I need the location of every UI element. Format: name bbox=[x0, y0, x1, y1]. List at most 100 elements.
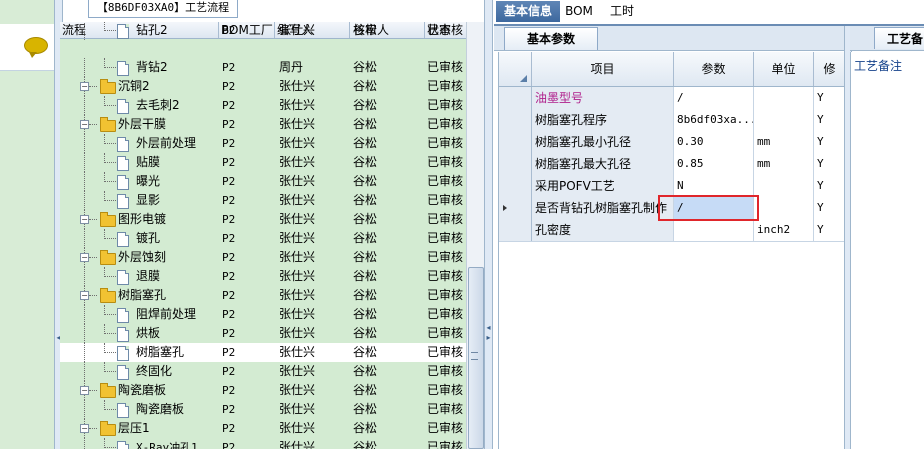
param-value-field[interactable]: / bbox=[674, 87, 754, 109]
tree-node-label: 退膜 bbox=[136, 269, 161, 283]
status-cell: 已审核 bbox=[427, 212, 464, 226]
reviewer-cell: 谷松 bbox=[353, 193, 378, 207]
tree-row[interactable]: 显影 P2 张仕兴 谷松 已审核 bbox=[60, 191, 466, 210]
param-value-field[interactable]: 0.85 bbox=[674, 153, 754, 175]
param-modify-cell[interactable]: Y bbox=[814, 175, 845, 197]
remark-area[interactable] bbox=[850, 52, 924, 449]
param-row[interactable]: 树脂塞孔最小孔径 0.30 mm Y bbox=[499, 131, 845, 154]
tree-row[interactable]: 镀孔 P2 张仕兴 谷松 已审核 bbox=[60, 229, 466, 248]
tree-row[interactable]: 钻孔2 P2 张仕兴 谷松 已审核 bbox=[60, 22, 466, 40]
tree-node-label: 陶瓷磨板 bbox=[118, 383, 167, 397]
chat-bubble-icon[interactable] bbox=[24, 37, 48, 58]
row-header[interactable] bbox=[499, 131, 532, 153]
row-header[interactable] bbox=[499, 87, 532, 109]
status-cell: 已审核 bbox=[427, 288, 464, 302]
tree-row[interactable]: − 外层蚀刻 P2 张仕兴 谷松 已审核 bbox=[60, 248, 466, 267]
tree-row[interactable]: 贴膜 P2 张仕兴 谷松 已审核 bbox=[60, 153, 466, 172]
collapse-toggle-icon[interactable]: − bbox=[80, 120, 89, 129]
tab-basic-params[interactable]: 基本参数 bbox=[504, 27, 598, 50]
status-cell: 已审核 bbox=[427, 383, 464, 397]
tree-guide-line bbox=[84, 438, 85, 449]
tree-row[interactable]: 陶瓷磨板 P2 张仕兴 谷松 已审核 bbox=[60, 400, 466, 419]
collapse-toggle-icon[interactable]: − bbox=[80, 386, 89, 395]
tree-row[interactable]: − 层压1 P2 张仕兴 谷松 已审核 bbox=[60, 419, 466, 438]
reviewer-cell: 谷松 bbox=[353, 79, 378, 93]
column-header-item[interactable]: 项目 bbox=[532, 52, 674, 86]
tree-node-label: 终固化 bbox=[136, 364, 173, 378]
collapse-right-arrow-icon[interactable]: ▸ bbox=[486, 334, 491, 342]
bom-factory-cell: P2 bbox=[222, 441, 236, 449]
tree-row[interactable]: − 外层干膜 P2 张仕兴 谷松 已审核 bbox=[60, 115, 466, 134]
param-grid: 项目 参数 单位 修 油墨型号 / Y 树脂塞孔程序 8b6df03xa... Y 树脂塞孔… bbox=[498, 52, 845, 449]
tree-row[interactable]: 阻焊前处理 P2 张仕兴 谷松 已审核 bbox=[60, 305, 466, 324]
status-cell: 已审核 bbox=[427, 98, 464, 112]
middle-splitter[interactable]: ◂ ▸ bbox=[484, 0, 493, 449]
collapse-toggle-icon[interactable]: − bbox=[80, 424, 89, 433]
column-header-param[interactable]: 参数 bbox=[674, 52, 754, 86]
collapse-toggle-icon[interactable]: − bbox=[80, 253, 89, 262]
collapse-toggle-icon[interactable]: − bbox=[80, 82, 89, 91]
tree-row[interactable]: − 树脂塞孔 P2 张仕兴 谷松 已审核 bbox=[60, 286, 466, 305]
param-value-field[interactable] bbox=[674, 219, 754, 241]
tree-row[interactable]: − 图形电镀 P2 张仕兴 谷松 已审核 bbox=[60, 210, 466, 229]
tree-guide-line bbox=[104, 352, 116, 353]
tree-guide-line bbox=[104, 181, 116, 182]
param-modify-cell[interactable]: Y bbox=[814, 153, 845, 175]
tree-row[interactable]: 去毛刺2 P2 张仕兴 谷松 已审核 bbox=[60, 96, 466, 115]
param-row[interactable]: 树脂塞孔程序 8b6df03xa... Y bbox=[499, 109, 845, 132]
row-header[interactable] bbox=[499, 175, 532, 197]
tree-row[interactable]: − 陶瓷磨板 P2 张仕兴 谷松 已审核 bbox=[60, 381, 466, 400]
row-header[interactable] bbox=[499, 197, 532, 219]
tree-guide-line bbox=[104, 447, 116, 448]
document-icon bbox=[117, 365, 129, 380]
folder-icon bbox=[100, 250, 116, 265]
tree-guide-line bbox=[89, 295, 97, 296]
collapse-left-arrow-icon[interactable]: ◂ bbox=[486, 324, 491, 332]
flow-panel-tab[interactable]: 【8B6DF03XA0】工艺流程 bbox=[88, 0, 238, 18]
tree-row[interactable]: 外层前处理 P2 张仕兴 谷松 已审核 bbox=[60, 134, 466, 153]
tree-row[interactable]: X-Ray冲孔1 P2 张仕兴 谷松 已审核 bbox=[60, 438, 466, 449]
param-modify-cell[interactable]: Y bbox=[814, 219, 845, 241]
tab-basic-info[interactable]: 基本信息 bbox=[496, 1, 560, 22]
row-header[interactable] bbox=[499, 219, 532, 241]
param-value-field[interactable]: 0.30 bbox=[674, 131, 754, 153]
flow-tree-scrollbar[interactable] bbox=[466, 22, 484, 449]
tree-row[interactable]: 终固化 P2 张仕兴 谷松 已审核 bbox=[60, 362, 466, 381]
tree-guide-line bbox=[104, 333, 116, 334]
param-row[interactable]: 孔密度 inch2 Y bbox=[499, 219, 845, 242]
param-modify-cell[interactable]: Y bbox=[814, 87, 845, 109]
param-value-field[interactable]: 8b6df03xa... bbox=[674, 109, 754, 131]
tree-guide-line bbox=[84, 400, 85, 419]
tree-guide-line bbox=[104, 238, 116, 239]
tree-row[interactable]: 曝光 P2 张仕兴 谷松 已审核 bbox=[60, 172, 466, 191]
row-header[interactable] bbox=[499, 153, 532, 175]
param-modify-cell[interactable]: Y bbox=[814, 131, 845, 153]
collapse-toggle-icon[interactable]: − bbox=[80, 291, 89, 300]
tree-row[interactable]: 退膜 P2 张仕兴 谷松 已审核 bbox=[60, 267, 466, 286]
param-modify-cell[interactable]: Y bbox=[814, 197, 845, 219]
bom-factory-cell: P2 bbox=[222, 99, 236, 112]
tab-process-remark[interactable]: 工艺备 bbox=[874, 27, 924, 49]
column-header-unit[interactable]: 单位 bbox=[754, 52, 814, 86]
tree-row[interactable]: 树脂塞孔 P2 张仕兴 谷松 已审核 bbox=[60, 343, 466, 362]
bom-factory-cell: P2 bbox=[222, 24, 236, 37]
param-row[interactable]: 油墨型号 / Y bbox=[499, 87, 845, 110]
param-modify-cell[interactable]: Y bbox=[814, 109, 845, 131]
bom-factory-cell: P2 bbox=[222, 118, 236, 131]
collapse-toggle-icon[interactable]: − bbox=[80, 215, 89, 224]
tree-row[interactable]: 烘板 P2 张仕兴 谷松 已审核 bbox=[60, 324, 466, 343]
reviewer-cell: 谷松 bbox=[353, 231, 378, 245]
column-header-modify[interactable]: 修 bbox=[814, 52, 845, 86]
tree-row[interactable]: 背钻2 P2 周丹 谷松 已审核 bbox=[60, 58, 466, 77]
param-value-field[interactable]: N bbox=[674, 175, 754, 197]
document-icon bbox=[117, 232, 129, 247]
folder-icon bbox=[100, 421, 116, 436]
tab-work-hours[interactable]: 工时 bbox=[602, 1, 642, 22]
row-header[interactable] bbox=[499, 109, 532, 131]
tree-row[interactable]: − 沉铜2 P2 张仕兴 谷松 已审核 bbox=[60, 77, 466, 96]
writer-cell: 张仕兴 bbox=[279, 231, 316, 245]
tab-bom[interactable]: BOM bbox=[564, 1, 594, 22]
param-row[interactable]: 树脂塞孔最大孔径 0.85 mm Y bbox=[499, 153, 845, 176]
reviewer-cell: 谷松 bbox=[353, 117, 378, 131]
writer-cell: 张仕兴 bbox=[279, 307, 316, 321]
